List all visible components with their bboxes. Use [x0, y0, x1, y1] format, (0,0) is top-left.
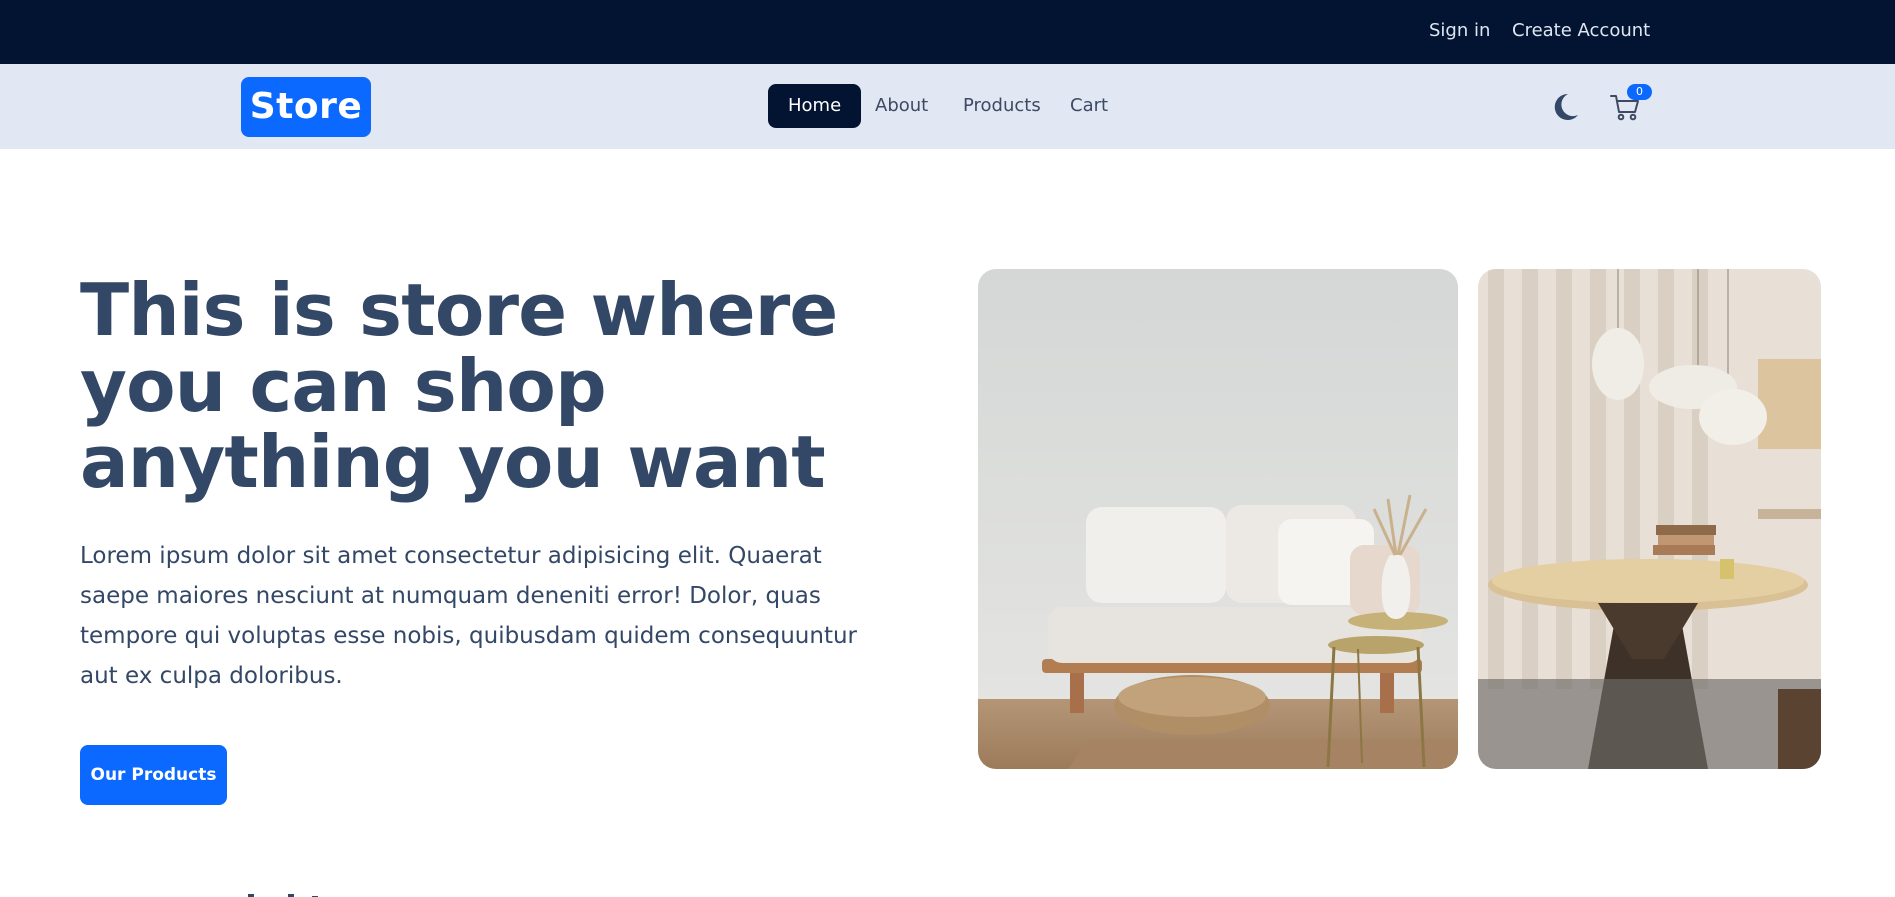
top-bar: Sign in Create Account: [0, 0, 1895, 64]
store-logo[interactable]: Store: [241, 77, 371, 137]
moon-icon[interactable]: [1548, 91, 1580, 123]
nav-about[interactable]: About: [855, 84, 948, 128]
sign-in-link[interactable]: Sign in: [1429, 20, 1490, 41]
dining-table-lamps-image: [1478, 269, 1821, 769]
next-section-heading-peek: [80, 885, 340, 897]
hero-description: Lorem ipsum dolor sit amet consectetur a…: [80, 543, 857, 689]
nav-products[interactable]: Products: [943, 84, 1061, 128]
cart-count-badge: 0: [1627, 84, 1652, 100]
nav-cart[interactable]: Cart: [1050, 84, 1128, 128]
navbar: Store Home About Products Cart 0: [0, 64, 1895, 149]
nav-home[interactable]: Home: [768, 84, 862, 128]
hero-title: This is store where you can shop anythin…: [80, 268, 838, 504]
create-account-link[interactable]: Create Account: [1512, 20, 1650, 41]
living-room-sofa-image: [978, 269, 1458, 769]
our-products-button[interactable]: Our Products: [80, 745, 227, 805]
